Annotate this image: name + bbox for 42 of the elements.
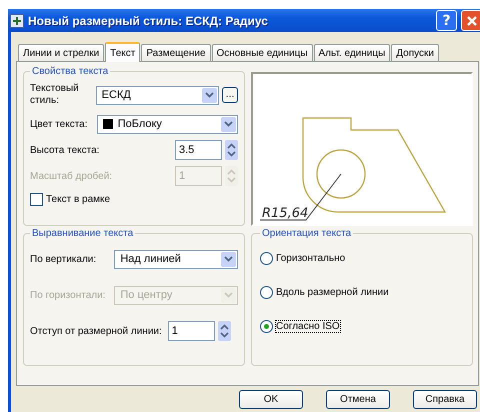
text-style-dropdown[interactable]: ЕСКД	[96, 86, 220, 104]
radio-label: Согласно ISO	[276, 320, 340, 332]
caret-icon	[224, 256, 233, 262]
tab[interactable]: Линии и стрелки	[18, 44, 104, 61]
hole-circle	[316, 149, 366, 199]
field-label: Высота текста:	[30, 144, 100, 156]
checkbox[interactable]	[30, 192, 43, 206]
radio-button[interactable]	[260, 252, 273, 264]
dimension-text: R15,64	[262, 206, 308, 221]
group-title: Ориентация текста	[261, 228, 352, 239]
radio-button[interactable]	[260, 320, 273, 332]
checkbox-label: Текст в рамке	[46, 194, 110, 204]
browse-button[interactable]: ...	[222, 87, 238, 103]
dialog-button[interactable]: OK	[239, 390, 303, 409]
tab[interactable]: Основные единицы	[212, 44, 313, 61]
text-color-dropdown[interactable]: ПоБлоку	[96, 114, 238, 134]
vertical-dropdown[interactable]: Над линией	[114, 250, 238, 268]
close-icon	[466, 14, 478, 26]
caret-icon	[224, 292, 233, 298]
close-button[interactable]	[461, 10, 480, 31]
tab[interactable]: Текст	[105, 42, 140, 62]
tab[interactable]: Альт. единицы	[314, 44, 390, 61]
window-title: Новый размерный стиль: ЕСКД: Радиус	[28, 14, 269, 28]
group-title: Выравнивание текста	[31, 228, 134, 239]
radio-label: Вдоль размерной линии	[276, 286, 389, 298]
field-label: По горизонтали:	[30, 290, 106, 300]
radio-label: Горизонтально	[276, 252, 346, 264]
tab[interactable]: Допуски	[391, 44, 439, 61]
caret-icon	[205, 92, 214, 98]
field-label: Цвет текста:	[30, 118, 89, 130]
field-label: Масштаб дробей:	[30, 170, 114, 182]
help-button[interactable]: ?	[436, 10, 457, 31]
group-title: Свойства текста	[31, 66, 110, 77]
dialog-button[interactable]: Справка	[413, 390, 477, 409]
dialog-button[interactable]: Отмена	[326, 390, 390, 409]
field-label: По вертикали:	[30, 254, 98, 264]
app-icon	[10, 14, 24, 28]
tab[interactable]: Размещение	[141, 44, 210, 61]
radio-button[interactable]	[260, 286, 273, 298]
caret-icon	[224, 121, 233, 127]
field-label: Отступ от размерной линии:	[30, 326, 162, 336]
field-label: Текстовый стиль:	[30, 83, 80, 107]
